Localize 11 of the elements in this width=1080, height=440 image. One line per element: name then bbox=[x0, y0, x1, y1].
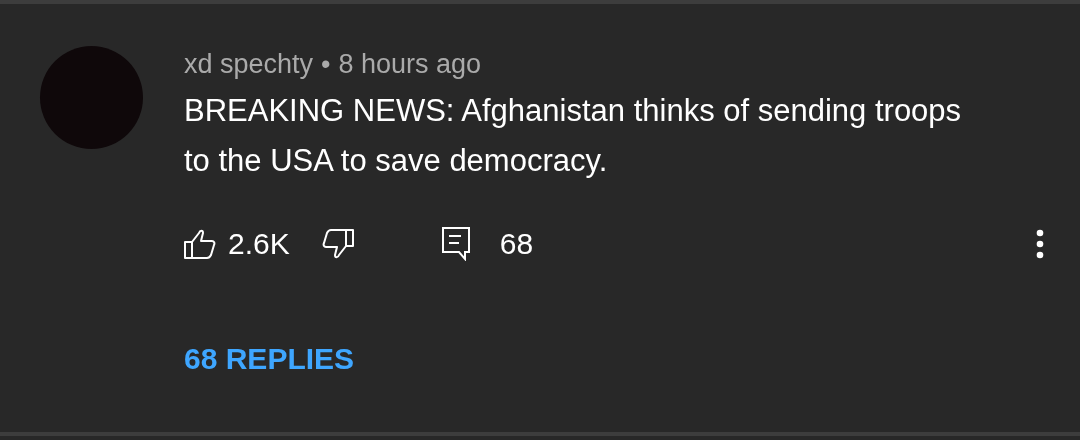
more-options-icon[interactable] bbox=[1036, 229, 1044, 259]
thumbs-up-icon[interactable] bbox=[184, 229, 216, 259]
thumbs-down-icon[interactable] bbox=[321, 229, 354, 259]
replies-link[interactable]: 68 REPLIES bbox=[184, 342, 355, 376]
timestamp: 8 hours ago bbox=[338, 49, 482, 80]
reply-count: 68 bbox=[499, 227, 534, 261]
separator-dot: • bbox=[321, 49, 331, 80]
comment-icon[interactable] bbox=[441, 227, 470, 261]
like-count: 2.6K bbox=[228, 227, 290, 261]
comment-text: BREAKING NEWS: Afghanistan thinks of sending troops to the USA to save democracy. bbox=[184, 92, 963, 180]
author-name[interactable]: xd spechty bbox=[184, 49, 314, 80]
